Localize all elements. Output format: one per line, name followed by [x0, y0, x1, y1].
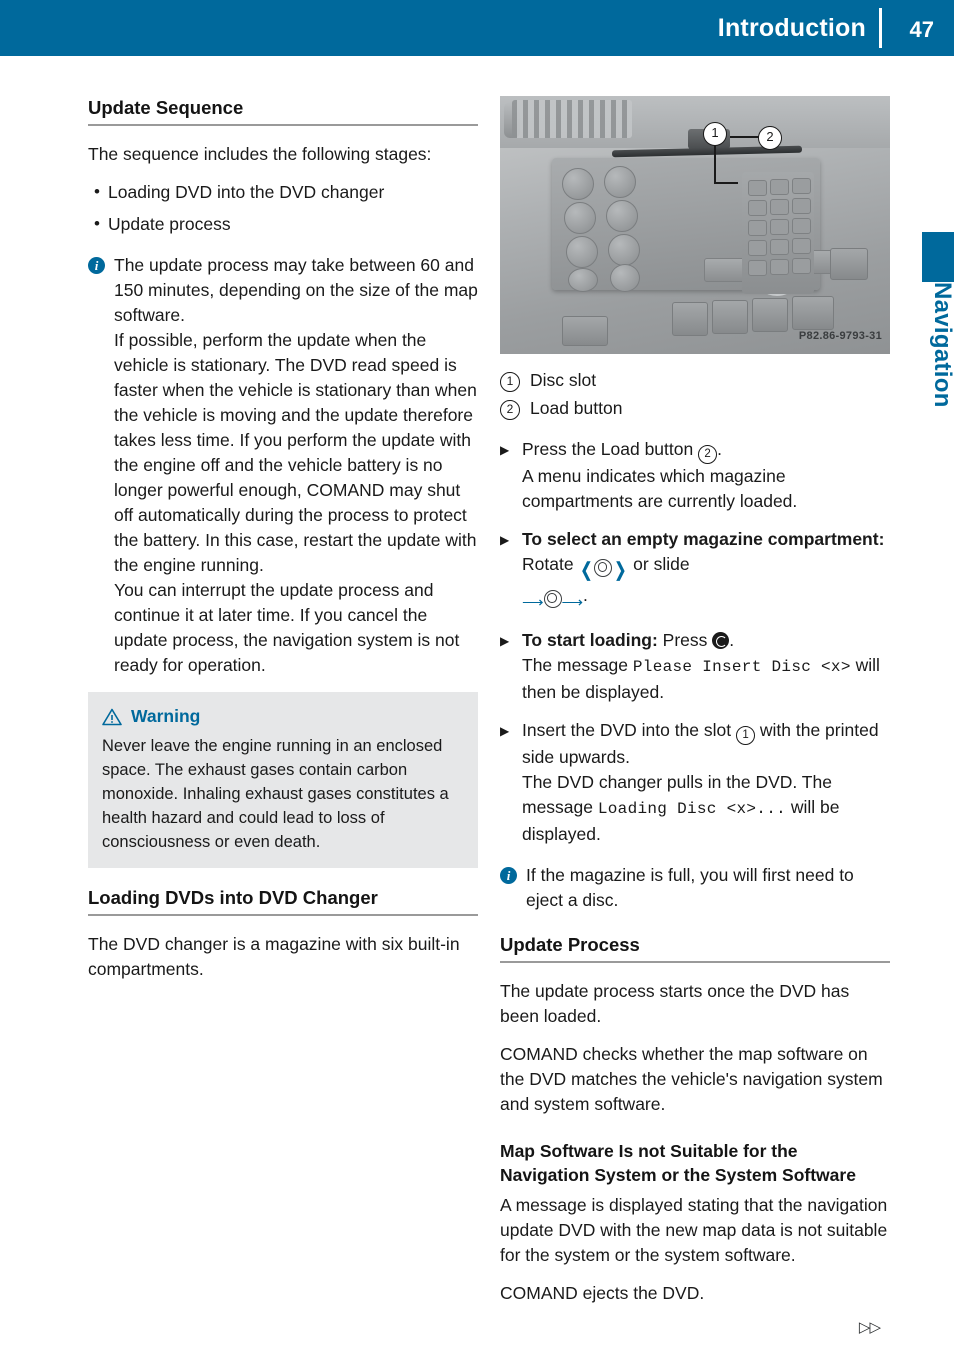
call-button [566, 236, 598, 268]
legend-label-1: Disc slot [530, 370, 597, 390]
seat-heater-right [830, 248, 868, 280]
pts-button [752, 298, 788, 332]
press-controller-icon [712, 632, 730, 649]
info-icon: i [500, 867, 517, 884]
section-heading-update-process: Update Process [500, 934, 640, 955]
blank-button [568, 268, 598, 292]
info-note-text: If the magazine is full, you will first … [526, 865, 854, 910]
map-software-paragraph-1: A message is displayed stating that the … [500, 1195, 888, 1265]
controller-ring-icon [543, 590, 562, 608]
tel-button [606, 200, 638, 232]
sys-button [608, 234, 640, 266]
step-select-empty-compartment: To select an empty magazine compartment:… [500, 527, 890, 615]
callout-1: 1 [703, 122, 727, 146]
step-result-prefix: The message [522, 655, 633, 675]
update-process-paragraph-1: The update process starts once the DVD h… [500, 981, 850, 1026]
legend-label-2: Load button [530, 398, 623, 418]
step-text: Press [657, 630, 713, 650]
list-item: 2 Load button [500, 396, 890, 421]
callout-2: 2 [758, 126, 782, 150]
display-message-text: Please Insert Disc <x> [632, 658, 851, 676]
step-text-after: . [583, 585, 588, 605]
step-text-tail: . [717, 439, 722, 459]
hangup-button [610, 264, 640, 292]
step-bold-lead: To start loading: [522, 630, 658, 650]
warning-title: Warning [131, 706, 201, 726]
right-column: 1 2 P82.86-9793-31 1 Disc slot 2 Load bu… [500, 96, 890, 1319]
controller-ring-icon [594, 559, 613, 577]
comand-head-unit [552, 158, 844, 296]
camera-button [712, 300, 748, 334]
loading-dvds-paragraph: The DVD changer is a magazine with six b… [88, 934, 460, 979]
section-heading-loading-dvds: Loading DVDs into DVD Changer [88, 887, 378, 908]
header-divider [879, 8, 882, 48]
continue-marker-icon: ▷▷ [858, 1319, 881, 1336]
sport-button [672, 302, 708, 336]
inline-callout-2: 2 [698, 445, 718, 464]
list-item: 1 Disc slot [500, 368, 890, 393]
info-note-text-2: If possible, perform the update when the… [114, 330, 477, 575]
info-icon: i [88, 257, 105, 274]
update-process-paragraph-2: COMAND checks whether the map software o… [500, 1044, 883, 1114]
nav-button [564, 202, 596, 234]
display-message-text: Loading Disc <x>... [597, 800, 787, 818]
page-number: 47 [909, 17, 934, 42]
step-text-after: . [729, 630, 735, 650]
info-note-update-duration: i The update process may take between 60… [88, 253, 478, 678]
arrow-right-icon: ⟶ [561, 594, 584, 611]
figure-reference-code: P82.86-9793-31 [798, 330, 882, 342]
step-start-loading: To start loading: Press . The message Pl… [500, 628, 890, 705]
legend-number-1: 1 [500, 372, 520, 392]
step-result: A menu indicates which magazine compartm… [522, 466, 798, 511]
comand-panel-figure: 1 2 P82.86-9793-31 [500, 96, 890, 354]
warning-header: Warning [102, 704, 464, 729]
page-header-title: Introduction [717, 14, 866, 42]
slide-controller-symbol: ⟶ ⟶ [522, 587, 583, 615]
callout-1-leader [714, 144, 716, 182]
list-item: Update process [88, 211, 478, 237]
callout-1-leader-h [714, 182, 738, 184]
subheading-map-software-not-suitable: Map Software Is not Suitable for the Nav… [500, 1141, 856, 1185]
heading-rule [500, 961, 890, 963]
step-bold-lead: To select an empty magazine compartment: [522, 529, 885, 549]
arrow-left-icon: ⟶ [522, 594, 544, 611]
radio-button [562, 168, 594, 200]
list-item: Loading DVD into the DVD changer [88, 179, 478, 205]
info-note-magazine-full: i If the magazine is full, you will firs… [500, 863, 890, 913]
heading-rule [88, 914, 478, 916]
left-column: Update Sequence The sequence includes th… [88, 96, 478, 995]
legend-number-2: 2 [500, 400, 520, 420]
side-tab-label: Navigation [929, 282, 954, 408]
stages-bullet-list: Loading DVD into the DVD changer Update … [88, 179, 478, 237]
step-text: Press the Load button [522, 439, 694, 459]
rotate-controller-symbol: ❬ ❭ [578, 556, 628, 583]
back-softkey [704, 258, 746, 282]
warning-text: Never leave the engine running in an enc… [102, 737, 449, 851]
warning-box: Warning Never leave the engine running i… [88, 692, 478, 868]
info-note-text-1: The update process may take between 60 a… [114, 255, 478, 325]
map-software-paragraph-2: COMAND ejects the DVD. [500, 1283, 705, 1303]
intro-paragraph: The sequence includes the following stag… [88, 144, 432, 164]
step-insert-dvd: Insert the DVD into the slot 1 with the … [500, 718, 890, 847]
side-tab-marker [922, 232, 954, 282]
step-press-load-button: Press the Load button 2. A menu indicate… [500, 437, 890, 514]
step-text: Rotate [522, 554, 579, 574]
info-note-text-3: You can interrupt the update process and… [114, 580, 460, 675]
seat-heater-left [562, 316, 608, 346]
disc-button [604, 166, 636, 198]
air-vent-grille [512, 100, 632, 138]
rotate-bracket-right-icon: ❭ [612, 560, 629, 581]
section-heading-update-sequence: Update Sequence [88, 97, 244, 118]
inline-callout-1: 1 [736, 726, 756, 745]
figure-legend: 1 Disc slot 2 Load button [500, 368, 890, 421]
rotate-bracket-left-icon: ❬ [578, 560, 595, 581]
step-text-middle: or slide [628, 554, 690, 574]
warning-triangle-icon [102, 708, 122, 725]
numeric-keypad [742, 172, 814, 294]
step-text: Insert the DVD into the slot [522, 720, 732, 740]
heading-rule [88, 124, 478, 126]
